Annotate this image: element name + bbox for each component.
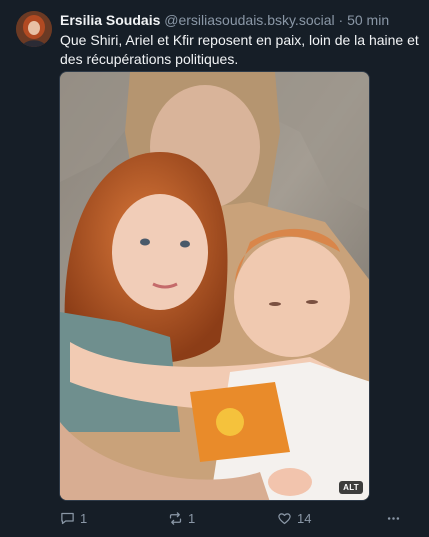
post-header: Ersilia Soudais @ersiliasoudais.bsky.soc… [60,12,420,29]
reply-button[interactable]: 1 [60,508,87,528]
reply-count: 1 [80,510,88,526]
separator-dot: · [338,12,344,28]
heart-icon [278,512,291,524]
avatar-image [16,11,52,47]
photo-mother-children [60,72,369,500]
post-actions: 1 1 14 [60,508,410,528]
author-handle[interactable]: @ersiliasoudais.bsky.social [164,12,334,28]
post-card[interactable]: Ersilia Soudais @ersiliasoudais.bsky.soc… [0,0,429,537]
more-dots-icon [387,516,400,520]
like-button[interactable]: 14 [277,508,311,528]
repost-arrows-icon [169,511,182,525]
like-count: 14 [297,510,312,526]
more-options-button[interactable] [386,508,406,528]
speech-bubble-icon [61,512,74,524]
author-avatar[interactable] [16,11,52,47]
alt-badge[interactable]: ALT [339,481,363,494]
post-text: Que Shiri, Ariel et Kfir reposent en pai… [60,32,419,67]
repost-count: 1 [188,510,196,526]
post-image[interactable]: ALT [59,71,370,501]
author-name[interactable]: Ersilia Soudais [60,12,160,28]
repost-button[interactable]: 1 [168,508,195,528]
post-timestamp[interactable]: 50 min [347,12,389,28]
